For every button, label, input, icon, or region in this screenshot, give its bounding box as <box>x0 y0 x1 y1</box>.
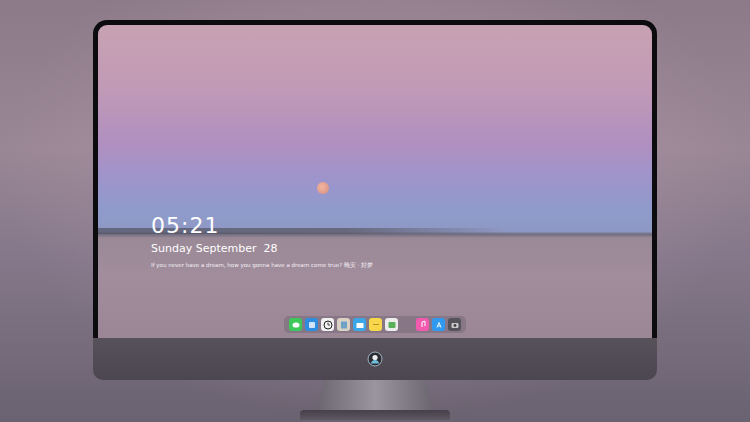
page: 05:21 Sunday September 28 If you never hav… <box>0 0 750 422</box>
clock: 05:21 <box>151 213 652 239</box>
monitor-bezel: 05:21 Sunday September 28 If you never hav… <box>93 20 657 338</box>
messages-icon <box>290 319 302 331</box>
clapper-icon <box>354 319 366 331</box>
clock-icon <box>322 319 334 331</box>
clapper-icon[interactable] <box>353 318 366 331</box>
camera-icon[interactable] <box>448 318 461 331</box>
photos-icon <box>386 319 398 331</box>
clock-icon[interactable] <box>321 318 334 331</box>
app-store-icon[interactable] <box>432 318 445 331</box>
preview-icon <box>338 319 350 331</box>
photos-icon[interactable] <box>385 318 398 331</box>
preview-icon[interactable] <box>337 318 350 331</box>
music-icon <box>417 319 429 331</box>
monitor-base <box>300 410 450 420</box>
dock <box>284 316 466 333</box>
lock-screen: 05:21 Sunday September 28 If you never hav… <box>98 25 652 338</box>
monitor: 05:21 Sunday September 28 If you never hav… <box>93 20 657 420</box>
dock-row <box>98 316 652 333</box>
brand-logo-icon <box>367 351 383 367</box>
monitor-stand <box>317 380 433 410</box>
wallpaper-moon <box>317 182 329 194</box>
notes-icon <box>370 319 382 331</box>
finder-icon[interactable] <box>305 318 318 331</box>
music-icon[interactable] <box>416 318 429 331</box>
date: Sunday September 28 <box>151 242 652 256</box>
monitor-chin <box>93 338 657 380</box>
notes-icon[interactable] <box>369 318 382 331</box>
dock-separator <box>401 318 413 331</box>
caption: If you never have a dream, how you gonna… <box>151 261 652 269</box>
camera-icon <box>449 319 461 331</box>
messages-icon[interactable] <box>289 318 302 331</box>
finder-icon <box>306 319 318 331</box>
app-store-icon <box>433 319 445 331</box>
